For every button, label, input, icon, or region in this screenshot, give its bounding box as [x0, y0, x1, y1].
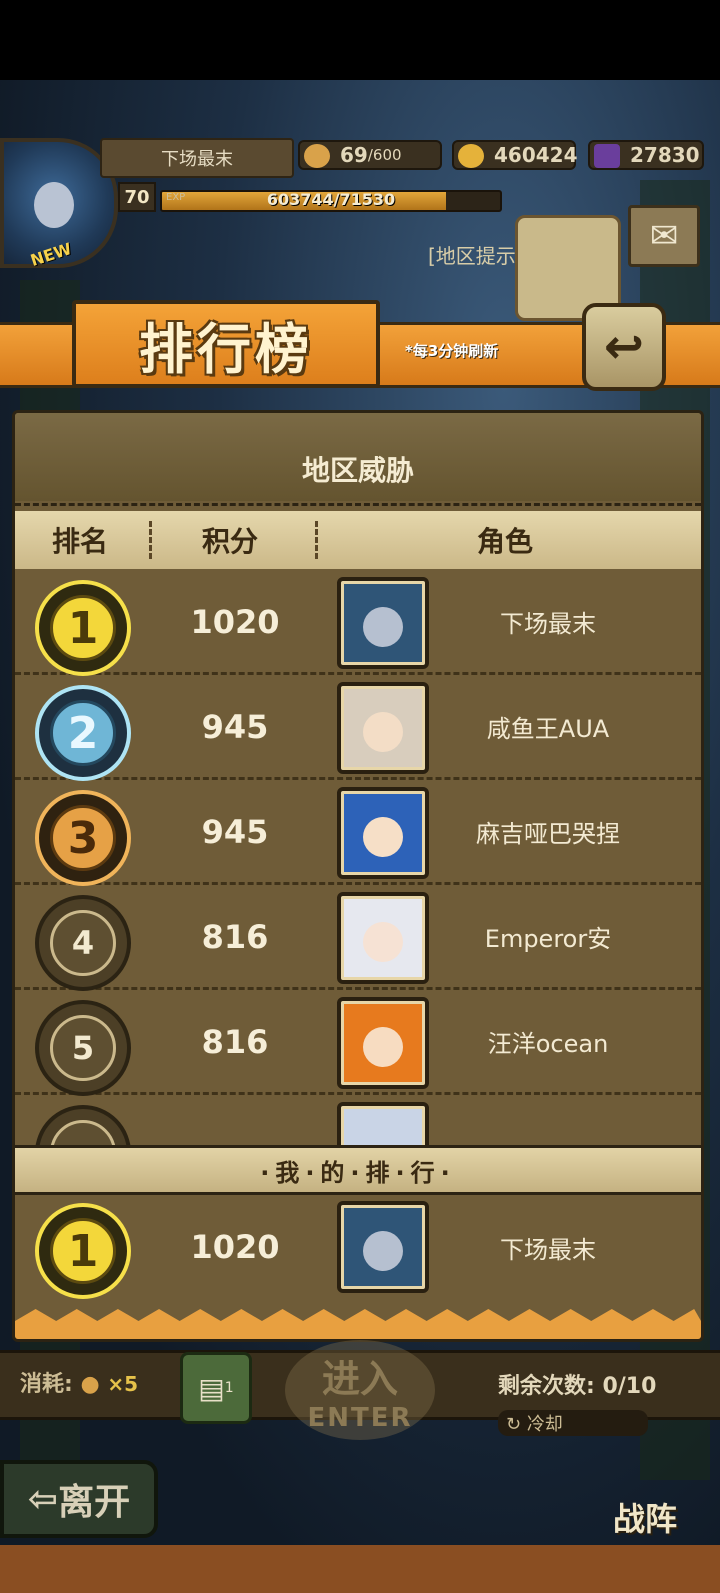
bread-icon: ●: [80, 1372, 100, 1397]
exp-tag: EXP: [166, 192, 186, 203]
gold-counter[interactable]: 460424: [452, 140, 578, 170]
character-portrait[interactable]: [337, 892, 429, 984]
enter-button[interactable]: 进入 ENTER: [285, 1340, 435, 1440]
ranking-row[interactable]: 2 945 咸鱼王AUA: [15, 676, 701, 781]
character-portrait[interactable]: [337, 997, 429, 1089]
my-ranking-row[interactable]: 1 1020 下场最末: [15, 1193, 701, 1301]
leave-button[interactable]: ⇦ 离开: [0, 1460, 158, 1538]
return-arrow-icon: ↩: [603, 319, 645, 375]
col-character: 角色: [476, 525, 533, 558]
my-ranking-label: ·我·的·排·行·: [15, 1145, 701, 1195]
back-button[interactable]: ↩: [582, 303, 666, 391]
rank-medal: 5: [35, 1000, 131, 1096]
player-name: 咸鱼王AUA: [486, 715, 610, 743]
ranking-list[interactable]: 1 1020 下场最末 2 945 咸鱼王AUA 3 945 麻吉哑巴哭捏 4 …: [15, 571, 701, 1145]
character-portrait[interactable]: [337, 577, 429, 669]
cost-info: 消耗: ● ×5: [20, 1372, 139, 1397]
rank-medal: 4: [35, 895, 131, 991]
scroll-item-icon[interactable]: ▤ 1: [180, 1352, 252, 1424]
rank-medal: 3: [35, 790, 131, 886]
rank-medal: 2: [35, 685, 131, 781]
rank-medal: 1: [35, 580, 131, 676]
status-bar-area: [0, 0, 720, 80]
player-name: 下场最末: [500, 610, 596, 638]
player-name: 汪洋ocean: [487, 1030, 609, 1058]
envelope-icon[interactable]: ✉: [628, 205, 700, 267]
ranking-row[interactable]: 1 1020 下场最末: [15, 571, 701, 676]
my-name: 下场最末: [500, 1235, 596, 1264]
ranking-row[interactable]: 5 816 汪洋ocean: [15, 991, 701, 1096]
region-hint-text: [地区提示: [428, 244, 516, 268]
player-name: 下场最末: [100, 138, 294, 178]
rank-medal: 1: [35, 1203, 131, 1299]
row-score: 1020: [190, 602, 280, 641]
exp-bar: 603744/71530: [160, 190, 502, 212]
character-portrait[interactable]: [337, 787, 429, 879]
formation-button[interactable]: 战阵: [580, 1430, 710, 1540]
character-portrait[interactable]: [337, 682, 429, 774]
col-rank: 排名: [51, 525, 108, 558]
gem-counter[interactable]: 27830: [588, 140, 704, 170]
ranking-row[interactable]: 3 945 麻吉哑巴哭捏: [15, 781, 701, 886]
ranking-row[interactable]: 4 816 Emperor安: [15, 886, 701, 991]
rank-medal: [35, 1105, 131, 1145]
my-score: 1020: [190, 1228, 280, 1266]
character-portrait[interactable]: [337, 1102, 429, 1145]
row-score: 945: [201, 707, 269, 746]
row-score: 816: [201, 1022, 269, 1061]
stamina-value: 69: [340, 143, 368, 167]
stamina-max: /600: [367, 146, 402, 164]
row-score: 816: [201, 917, 269, 956]
panel-header: 地区威胁: [15, 413, 701, 501]
column-header: 排名 积分 角色: [15, 511, 701, 569]
bottom-edge: [0, 1545, 720, 1593]
remaining-attempts: 剩余次数: 0/10: [498, 1374, 657, 1399]
gold-value: 460424: [494, 143, 578, 167]
player-name: 麻吉哑巴哭捏: [476, 820, 620, 848]
exp-text: 603744/71530: [266, 190, 396, 209]
player-name: Emperor安: [484, 925, 612, 953]
stamina-counter[interactable]: 69/600: [298, 140, 442, 170]
leaderboard-panel: 地区威胁 排名 积分 角色 1 1020 下场最末 2 945 咸鱼王AUA 3…: [12, 410, 704, 1342]
bread-icon: [304, 144, 330, 168]
gold-coin-icon: [458, 144, 484, 168]
page-title: 排行榜: [72, 300, 380, 388]
panel-zigzag-border: [15, 1309, 701, 1339]
player-level: 70: [118, 182, 156, 212]
my-portrait[interactable]: [337, 1201, 429, 1293]
col-score: 积分: [201, 525, 258, 558]
row-score: 945: [201, 812, 269, 851]
gem-icon: [594, 144, 620, 168]
gem-value: 27830: [630, 143, 700, 167]
ranking-row-partial[interactable]: [15, 1096, 701, 1145]
refresh-note: *每3分钟刷新: [405, 342, 499, 360]
